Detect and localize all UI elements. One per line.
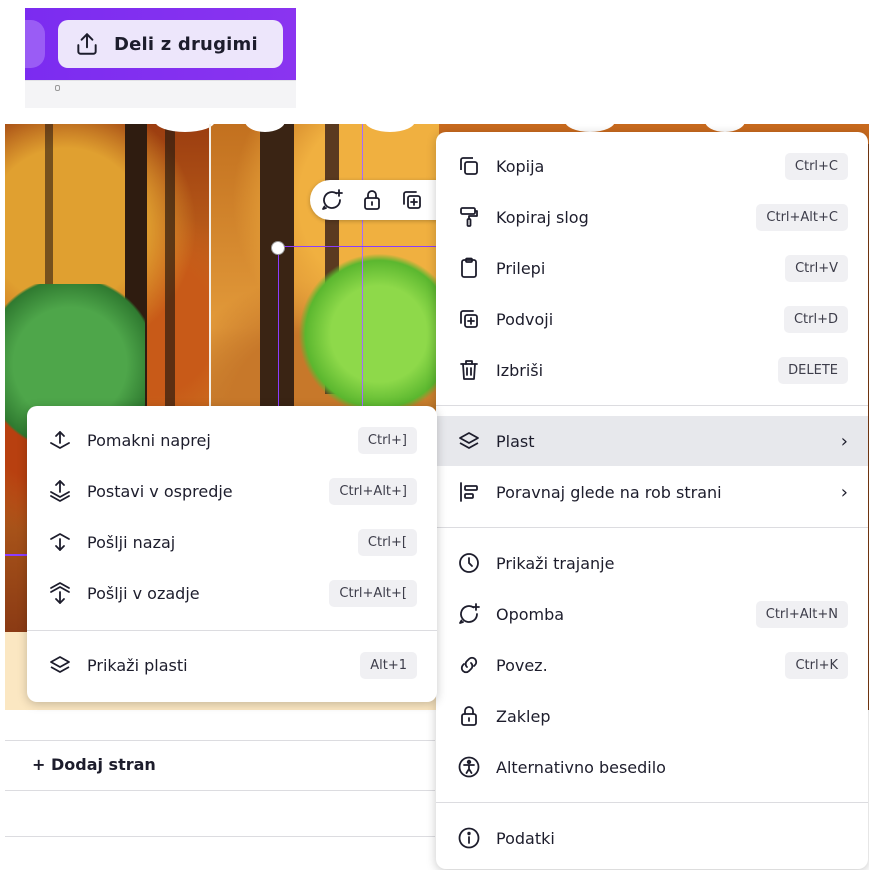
selection-box[interactable] xyxy=(278,246,448,416)
comment-add-icon[interactable] xyxy=(320,188,344,212)
layer-submenu: Pomakni naprej Ctrl+] Postavi v ospredje… xyxy=(27,406,437,702)
clock-icon xyxy=(456,550,482,576)
chevron-right-icon: › xyxy=(840,481,848,503)
share-button[interactable]: Deli z drugimi xyxy=(58,20,283,68)
menu-item-layer[interactable]: Plast › xyxy=(436,416,868,466)
shortcut-badge: Ctrl+Alt+[ xyxy=(329,579,417,607)
layers-icon xyxy=(47,652,73,678)
shortcut-badge: Ctrl+] xyxy=(357,426,417,454)
copy-icon xyxy=(456,153,482,179)
link-icon xyxy=(456,652,482,678)
info-icon xyxy=(456,825,482,851)
menu-item-lock[interactable]: Zaklep xyxy=(436,691,868,741)
submenu-item-bring-to-front[interactable]: Postavi v ospredje Ctrl+Alt+] xyxy=(27,466,437,516)
accessibility-icon xyxy=(456,754,482,780)
rotate-handle[interactable] xyxy=(271,241,285,255)
paint-roller-icon xyxy=(456,204,482,230)
shortcut-badge: Ctrl+Alt+] xyxy=(329,477,417,505)
lock-icon xyxy=(456,703,482,729)
duplicate-icon[interactable] xyxy=(400,188,424,212)
ruler-strip xyxy=(25,80,296,108)
shortcut-badge: Ctrl+D xyxy=(783,305,848,333)
bring-forward-icon xyxy=(47,427,73,453)
send-backward-icon xyxy=(47,529,73,555)
menu-item-comment[interactable]: Opomba Ctrl+Alt+N xyxy=(436,589,868,639)
align-icon xyxy=(456,479,482,505)
add-page-button[interactable]: + Dodaj stran xyxy=(32,755,156,774)
top-bar: Deli z drugimi xyxy=(25,8,296,80)
send-to-back-icon xyxy=(47,580,73,606)
menu-item-info[interactable]: Podatki xyxy=(436,813,868,863)
menu-item-show-duration[interactable]: Prikaži trajanje xyxy=(436,538,868,588)
shortcut-badge: Ctrl+K xyxy=(785,651,848,679)
menu-item-paste[interactable]: Prilepi Ctrl+V xyxy=(436,243,868,293)
shortcut-badge: Ctrl+C xyxy=(784,152,848,180)
share-button-label: Deli z drugimi xyxy=(114,33,258,55)
editor-screenshot: Deli z drugimi + Dodaj stran Kopija Ctrl… xyxy=(0,0,869,870)
menu-item-alt-text[interactable]: Alternativno besedilo xyxy=(436,742,868,792)
trash-icon xyxy=(456,357,482,383)
element-floating-toolbar xyxy=(310,180,450,220)
shortcut-badge: Ctrl+Alt+C xyxy=(756,203,848,231)
shortcut-badge: Ctrl+[ xyxy=(357,528,417,556)
chevron-right-icon: › xyxy=(840,430,848,452)
lock-icon[interactable] xyxy=(360,188,384,212)
menu-item-link[interactable]: Povez. Ctrl+K xyxy=(436,640,868,690)
menu-item-duplicate[interactable]: Podvoji Ctrl+D xyxy=(436,294,868,344)
clipboard-icon xyxy=(456,255,482,281)
shortcut-badge: Ctrl+Alt+N xyxy=(755,600,848,628)
menu-item-align-page[interactable]: Poravnaj glede na rob strani › xyxy=(436,467,868,517)
menu-item-delete[interactable]: Izbriši DELETE xyxy=(436,345,868,395)
submenu-item-show-layers[interactable]: Prikaži plasti Alt+1 xyxy=(27,640,437,690)
duplicate-icon xyxy=(456,306,482,332)
shortcut-badge: Ctrl+V xyxy=(785,254,848,282)
header-button-partial[interactable] xyxy=(25,20,45,68)
layers-icon xyxy=(456,428,482,454)
submenu-item-bring-forward[interactable]: Pomakni naprej Ctrl+] xyxy=(27,415,437,465)
shortcut-badge: Alt+1 xyxy=(360,651,417,679)
submenu-item-send-backward[interactable]: Pošlji nazaj Ctrl+[ xyxy=(27,517,437,567)
shortcut-badge: DELETE xyxy=(778,356,848,384)
submenu-item-send-to-back[interactable]: Pošlji v ozadje Ctrl+Alt+[ xyxy=(27,568,437,618)
menu-item-copy-style[interactable]: Kopiraj slog Ctrl+Alt+C xyxy=(436,192,868,242)
context-menu: Kopija Ctrl+C Kopiraj slog Ctrl+Alt+C Pr… xyxy=(436,132,868,869)
page-list-area: + Dodaj stran xyxy=(5,710,435,870)
comment-add-icon xyxy=(456,601,482,627)
share-upload-icon xyxy=(74,31,100,57)
bring-to-front-icon xyxy=(47,478,73,504)
menu-item-copy[interactable]: Kopija Ctrl+C xyxy=(436,141,868,191)
